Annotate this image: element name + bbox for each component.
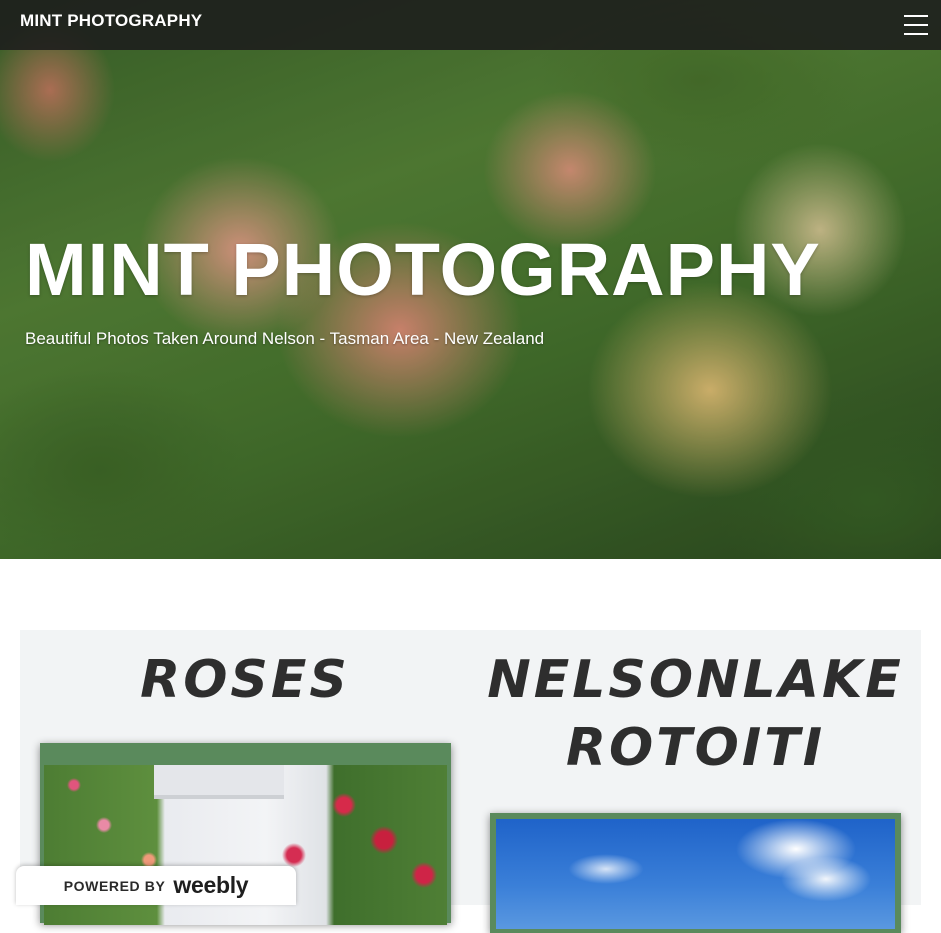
lake-photo-frame[interactable] [490, 813, 901, 933]
menu-line [904, 15, 928, 17]
site-brand-link[interactable]: MINT PHOTOGRAPHY [20, 11, 202, 31]
nelson-lake-rotoiti-heading: NELSONLAKE ROTOITI [487, 650, 904, 778]
top-navigation-bar: MINT PHOTOGRAPHY [0, 0, 941, 50]
powered-by-label: POWERED BY [63, 877, 166, 894]
menu-line [904, 33, 928, 35]
menu-line [904, 24, 928, 26]
roses-heading: ROSES [140, 650, 350, 710]
hamburger-menu-icon[interactable] [904, 15, 928, 35]
hero-title: MINT PHOTOGRAPHY [25, 228, 821, 311]
gallery-section: ROSES NELSONLAKE ROTOITI [20, 630, 921, 933]
powered-by-weebly-badge[interactable]: POWERED BY weebly [16, 866, 296, 905]
lake-rotoiti-photo[interactable] [496, 819, 895, 929]
hero-banner: MINT PHOTOGRAPHY Beautiful Photos Taken … [0, 0, 941, 559]
weebly-logo: weebly [173, 872, 249, 898]
hero-subtitle: Beautiful Photos Taken Around Nelson - T… [25, 329, 545, 348]
